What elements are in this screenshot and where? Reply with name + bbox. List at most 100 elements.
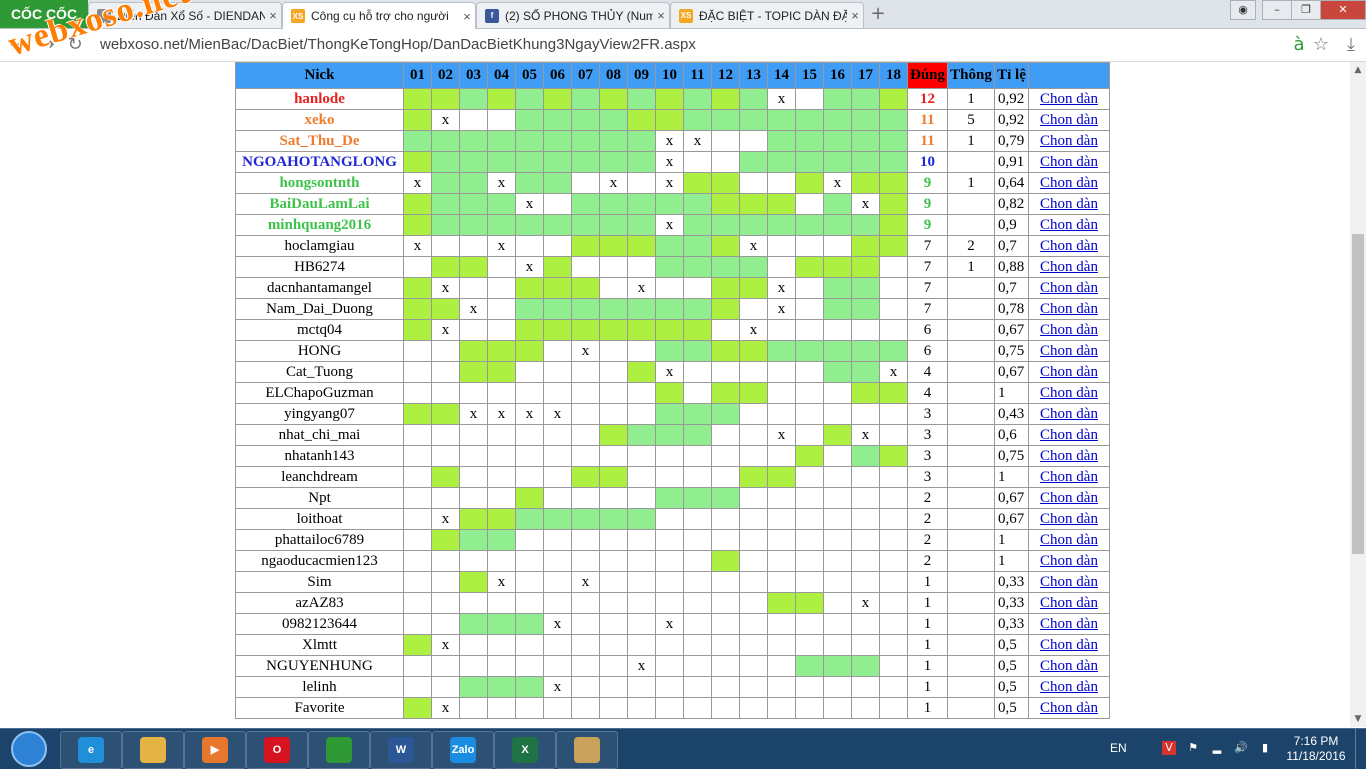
show-desktop-button[interactable] — [1355, 729, 1366, 769]
dung-cell: 1 — [907, 697, 948, 719]
chon-dan-link[interactable]: Chon dàn — [1040, 112, 1098, 128]
close-window-button[interactable]: ✕ — [1320, 0, 1366, 20]
day-cell — [459, 634, 488, 656]
tile-cell: 0,79 — [994, 130, 1029, 152]
day-cell — [767, 445, 796, 467]
translate-icon[interactable]: à — [1288, 34, 1310, 56]
chon-dan-link[interactable]: Chon dàn — [1040, 511, 1098, 527]
flag-icon[interactable]: ⚑ — [1186, 741, 1200, 755]
day-cell — [795, 697, 824, 719]
day-cell — [851, 256, 880, 278]
day-header-18: 18 — [879, 62, 908, 89]
download-icon[interactable]: ⤓ — [1340, 34, 1362, 56]
day-cell — [739, 151, 768, 173]
tab-4[interactable]: XS ĐẶC BIỆT - TOPIC DÀN ĐẶ × — [670, 2, 864, 28]
scroll-up-arrow[interactable]: ▲ — [1350, 62, 1366, 78]
scroll-down-arrow[interactable]: ▼ — [1350, 711, 1366, 727]
day-cell: x — [823, 172, 852, 194]
chon-dan-link[interactable]: Chon dàn — [1040, 532, 1098, 548]
chon-dan-link[interactable]: Chon dàn — [1040, 490, 1098, 506]
chon-dan-link[interactable]: Chon dàn — [1040, 238, 1098, 254]
tab-close-icon[interactable]: × — [459, 9, 475, 24]
clock[interactable]: 7:16 PM 11/18/2016 — [1286, 734, 1346, 764]
day-cell — [823, 445, 852, 467]
chon-dan-link[interactable]: Chon dàn — [1040, 364, 1098, 380]
new-tab-button[interactable]: + — [868, 4, 888, 24]
day-cell — [823, 151, 852, 173]
day-cell — [823, 361, 852, 383]
volume-icon[interactable]: 🔊 — [1234, 741, 1248, 755]
start-button[interactable] — [2, 731, 56, 767]
day-cell — [459, 361, 488, 383]
day-cell — [403, 403, 432, 425]
taskbar-app-2[interactable] — [122, 731, 184, 769]
maximize-button[interactable]: ❐ — [1291, 0, 1321, 20]
tab-close-icon[interactable]: × — [653, 8, 669, 23]
taskbar-app-5[interactable] — [308, 731, 370, 769]
explorer-icon — [140, 737, 166, 763]
chon-dan-link[interactable]: Chon dàn — [1040, 448, 1098, 464]
chon-dan-link[interactable]: Chon dàn — [1040, 91, 1098, 107]
action-cell: Chon dàn — [1028, 235, 1110, 257]
chon-dan-link[interactable]: Chon dàn — [1040, 385, 1098, 401]
chon-dan-link[interactable]: Chon dàn — [1040, 658, 1098, 674]
table-row: azAZ83 x 1 0,33 Chon dàn — [235, 592, 1110, 614]
chon-dan-link[interactable]: Chon dàn — [1040, 469, 1098, 485]
taskbar-app-8[interactable]: X — [494, 731, 556, 769]
day-cell — [683, 319, 712, 341]
chon-dan-link[interactable]: Chon dàn — [1040, 343, 1098, 359]
day-cell — [655, 655, 684, 677]
day-cell — [487, 424, 516, 446]
nick-cell: Sat_Thu_De — [235, 130, 404, 152]
chon-dan-link[interactable]: Chon dàn — [1040, 322, 1098, 338]
chon-dan-link[interactable]: Chon dàn — [1040, 280, 1098, 296]
taskbar-app-4[interactable]: O — [246, 731, 308, 769]
action-cell: Chon dàn — [1028, 214, 1110, 236]
taskbar-app-9[interactable] — [556, 731, 618, 769]
taskbar-app-3[interactable]: ▶ — [184, 731, 246, 769]
day-cell — [823, 235, 852, 257]
chon-dan-link[interactable]: Chon dàn — [1040, 301, 1098, 317]
tab-close-icon[interactable]: × — [265, 8, 281, 23]
tab-close-icon[interactable]: × — [847, 8, 863, 23]
vertical-scrollbar[interactable]: ▲ ▼ — [1350, 62, 1366, 727]
chon-dan-link[interactable]: Chon dàn — [1040, 700, 1098, 716]
taskbar-app-1[interactable]: e — [60, 731, 122, 769]
chon-dan-link[interactable]: Chon dàn — [1040, 574, 1098, 590]
vivaldi-tray-icon[interactable]: V — [1162, 741, 1176, 755]
chon-dan-link[interactable]: Chon dàn — [1040, 553, 1098, 569]
day-cell — [795, 445, 824, 467]
day-cell — [711, 529, 740, 551]
table-row: nhatanh143 3 0,75 Chon dàn — [235, 445, 1110, 467]
chon-dan-link[interactable]: Chon dàn — [1040, 154, 1098, 170]
day-cell — [599, 571, 628, 593]
tab-3[interactable]: f (2) SỐ PHONG THỦY (Num × — [476, 2, 670, 28]
day-header-13: 13 — [739, 62, 768, 89]
chon-dan-link[interactable]: Chon dàn — [1040, 616, 1098, 632]
chon-dan-link[interactable]: Chon dàn — [1040, 259, 1098, 275]
tile-cell: 0,67 — [994, 487, 1029, 509]
url-input[interactable]: webxoso.net/MienBac/DacBiet/ThongKeTongH… — [100, 34, 1280, 56]
language-indicator[interactable]: EN — [1110, 741, 1127, 755]
tab-2[interactable]: XS Công cụ hỗ trợ cho người × — [282, 2, 476, 29]
chon-dan-link[interactable]: Chon dàn — [1040, 175, 1098, 191]
network-icon[interactable]: ▂ — [1210, 741, 1224, 755]
battery-icon[interactable]: ▮ — [1258, 741, 1272, 755]
chon-dan-link[interactable]: Chon dàn — [1040, 196, 1098, 212]
taskbar-app-7[interactable]: Zalo — [432, 731, 494, 769]
chon-dan-link[interactable]: Chon dàn — [1040, 595, 1098, 611]
chon-dan-link[interactable]: Chon dàn — [1040, 406, 1098, 422]
day-cell — [571, 382, 600, 404]
day-cell — [431, 592, 460, 614]
minimize-button[interactable]: – — [1262, 0, 1292, 20]
bookmark-star-icon[interactable]: ☆ — [1310, 34, 1332, 56]
profile-icon[interactable]: ◉ — [1230, 0, 1256, 20]
chon-dan-link[interactable]: Chon dàn — [1040, 133, 1098, 149]
chon-dan-link[interactable]: Chon dàn — [1040, 217, 1098, 233]
taskbar-app-6[interactable]: W — [370, 731, 432, 769]
chon-dan-link[interactable]: Chon dàn — [1040, 427, 1098, 443]
chon-dan-link[interactable]: Chon dàn — [1040, 637, 1098, 653]
chon-dan-link[interactable]: Chon dàn — [1040, 679, 1098, 695]
scrollbar-thumb[interactable] — [1352, 234, 1364, 554]
thong-cell — [947, 613, 995, 635]
